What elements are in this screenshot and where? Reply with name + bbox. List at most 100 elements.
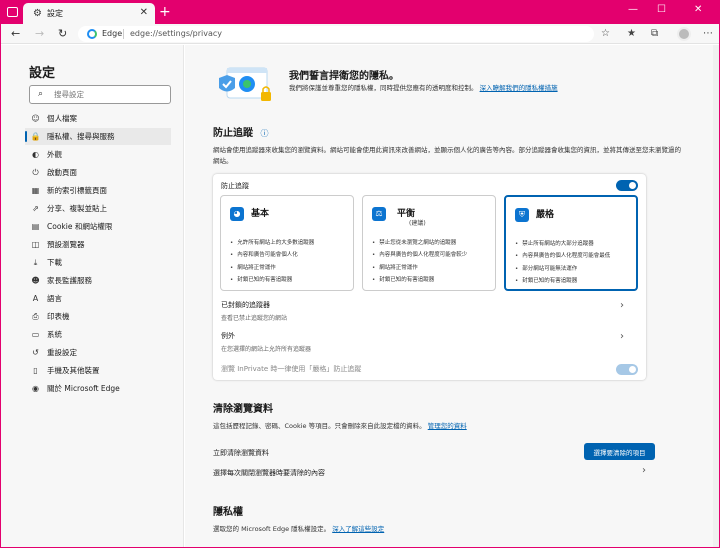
settings-content: 我們誓言捍衛您的隱私。 我們將保護並尊重您的隱私權，同時提供您應有的透明度和控制… bbox=[185, 45, 719, 547]
privacy-settings-link[interactable]: 深入了解這些設定 bbox=[332, 525, 384, 533]
balance-icon: ⚖ bbox=[372, 207, 386, 221]
option-subtitle: (建議) bbox=[409, 220, 426, 227]
sidebar-title: 設定 bbox=[29, 66, 56, 81]
reset-icon: ↺ bbox=[32, 348, 39, 357]
option-basic[interactable]: ◕ 基本 允許所有網站上的大多數追蹤器內容和廣告可能會個人化網站將正常運作封鎖已… bbox=[220, 195, 354, 291]
manage-data-link[interactable]: 管理您的資料 bbox=[428, 422, 467, 430]
sidebar-item[interactable]: ◉ 關於 Microsoft Edge bbox=[25, 380, 171, 397]
privacy-illustration bbox=[219, 67, 271, 101]
sidebar-item[interactable]: 🔒 隱私權、搜尋與服務 bbox=[25, 128, 171, 145]
option-bullets: 允許所有網站上的大多數追蹤器內容和廣告可能會個人化網站將正常運作封鎖已知的有害追… bbox=[230, 237, 314, 286]
option-title: 嚴格 bbox=[536, 210, 555, 220]
privacy-desc-text: 選取您的 Microsoft Edge 隱私權設定。 bbox=[213, 525, 331, 533]
tracking-title: 防止追蹤 bbox=[213, 128, 253, 139]
option-bullet: 內容和廣告可能會個人化 bbox=[230, 249, 314, 261]
privacy-description: 選取您的 Microsoft Edge 隱私權設定。 深入了解這些設定 bbox=[213, 524, 683, 535]
favorite-add-icon[interactable]: ☆ bbox=[601, 28, 610, 39]
window-menu-icon[interactable] bbox=[7, 7, 18, 17]
maximize-icon[interactable]: ☐ bbox=[657, 4, 666, 15]
option-bullet: 內容與廣告的個人化程度可能會最低 bbox=[515, 250, 610, 262]
option-balanced[interactable]: ⚖ 平衡 (建議) 禁止您從未瀏覽之網站的追蹤器內容與廣告的個人化程度可能會較少… bbox=[362, 195, 496, 291]
sidebar-item[interactable]: ▭ 系統 bbox=[25, 326, 171, 343]
sidebar-item[interactable]: ⏻ 啟動頁面 bbox=[25, 164, 171, 181]
sidebar-item-label: 隱私權、搜尋與服務 bbox=[47, 132, 115, 141]
option-bullet: 部分網站可能無法運作 bbox=[515, 263, 610, 275]
address-url[interactable]: edge://settings/privacy bbox=[130, 29, 222, 38]
navigation-toolbar: ← → ↻ Edge edge://settings/privacy ☆ ★ ⧉… bbox=[1, 24, 719, 44]
blocked-trackers-row[interactable]: 已封鎖的追蹤器 查看已禁止追蹤您的網站 bbox=[221, 300, 638, 322]
search-icon: ⌕ bbox=[38, 89, 44, 99]
sidebar-item[interactable]: ⇗ 分享、複製並貼上 bbox=[25, 200, 171, 217]
sidebar-item[interactable]: ⤓ 下載 bbox=[25, 254, 171, 271]
sidebar-item-label: 手機及其他裝置 bbox=[47, 366, 100, 375]
sidebar-item[interactable]: A 語言 bbox=[25, 290, 171, 307]
blocked-trackers-title: 已封鎖的追蹤器 bbox=[221, 301, 270, 309]
sidebar-item-label: 重設設定 bbox=[47, 348, 77, 357]
power-icon: ⏻ bbox=[32, 167, 39, 177]
sidebar-item-label: 預設瀏覽器 bbox=[47, 240, 85, 249]
sidebar-item-label: 家長監護服務 bbox=[47, 276, 92, 285]
new-tab-button[interactable]: + bbox=[159, 4, 171, 20]
tracking-description: 網站會使用追蹤器來收集您的瀏覽資料。網站可能會使用此資訊來改善網站，並顯示個人化… bbox=[213, 146, 681, 165]
browser-window: ⚙ 設定 ✕ + — ☐ ✕ ← → ↻ Edge edge://setting… bbox=[0, 0, 720, 548]
clear-desc-text: 這包括歷程記錄、密碼、Cookie 等項目。只會刪除來自此設定檔的資料。 bbox=[213, 422, 426, 430]
close-window-icon[interactable]: ✕ bbox=[694, 4, 702, 15]
tracking-toggle[interactable] bbox=[616, 180, 638, 191]
browser-icon: ◫ bbox=[31, 240, 40, 249]
person-icon: ☺ bbox=[31, 114, 40, 123]
option-strict[interactable]: ⛨ 嚴格 禁止所有網站的大部分追蹤器內容與廣告的個人化程度可能會最低部分網站可能… bbox=[504, 195, 638, 291]
refresh-icon[interactable]: ↻ bbox=[58, 27, 67, 40]
chevron-right-icon: › bbox=[620, 300, 624, 311]
download-icon: ⤓ bbox=[33, 257, 38, 267]
sidebar-item-label: 外觀 bbox=[47, 150, 62, 159]
sidebar-item-label: 新的索引標籤頁面 bbox=[47, 186, 107, 195]
settings-sidebar: 設定 ⌕ ☺ 個人檔案 🔒 隱私權、搜尋與服務 ◐ 外觀 ⏻ 啟動頁面 ▦ 新的索引標籤頁面 ⇗ 分享… bbox=[1, 45, 184, 547]
edge-icon: ◉ bbox=[32, 384, 39, 393]
close-tab-icon[interactable]: ✕ bbox=[140, 7, 148, 18]
profile-avatar[interactable] bbox=[677, 27, 691, 41]
option-bullet: 禁止您從未瀏覽之網站的追蹤器 bbox=[372, 237, 467, 249]
option-bullets: 禁止所有網站的大部分追蹤器內容與廣告的個人化程度可能會最低部分網站可能無法運作封… bbox=[515, 238, 610, 287]
sidebar-item[interactable]: ▤ Cookie 和網站權限 bbox=[25, 218, 171, 235]
clear-on-close-row[interactable]: 選擇每次關閉瀏覽器時要清除的內容 bbox=[213, 468, 325, 478]
sidebar-item[interactable]: ⎙ 印表機 bbox=[25, 308, 171, 325]
gear-icon: ⚙ bbox=[33, 8, 42, 19]
info-icon[interactable]: ⓘ bbox=[260, 129, 268, 138]
inprivate-strict-toggle[interactable] bbox=[616, 364, 638, 375]
forward-icon[interactable]: → bbox=[35, 27, 44, 40]
family-icon: ☻ bbox=[31, 276, 40, 285]
language-icon: A bbox=[32, 294, 39, 303]
collections-icon[interactable]: ⧉ bbox=[651, 28, 658, 39]
option-bullet: 內容與廣告的個人化程度可能會較少 bbox=[372, 249, 467, 261]
option-bullet: 允許所有網站上的大多數追蹤器 bbox=[230, 237, 314, 249]
sidebar-item[interactable]: ☻ 家長監護服務 bbox=[25, 272, 171, 289]
sidebar-item[interactable]: ◫ 預設瀏覽器 bbox=[25, 236, 171, 253]
sidebar-item-label: 下載 bbox=[47, 258, 62, 267]
lock-icon: 🔒 bbox=[30, 132, 41, 141]
sidebar-item[interactable]: ▯ 手機及其他裝置 bbox=[25, 362, 171, 379]
more-options-icon[interactable]: ⋯ bbox=[703, 28, 713, 39]
sidebar-item[interactable]: ◐ 外觀 bbox=[25, 146, 171, 163]
choose-clear-button[interactable]: 選擇要清除的項目 bbox=[584, 443, 655, 460]
tracking-prevention-heading: 防止追蹤 ⓘ bbox=[213, 124, 268, 139]
scrollbar[interactable] bbox=[713, 45, 719, 547]
option-title: 基本 bbox=[251, 209, 270, 219]
sidebar-item[interactable]: ▦ 新的索引標籤頁面 bbox=[25, 182, 171, 199]
privacy-learn-more-link[interactable]: 深入瞭解我們的隱私權措施 bbox=[480, 84, 558, 92]
option-bullets: 禁止您從未瀏覽之網站的追蹤器內容與廣告的個人化程度可能會較少網站將正常運作封鎖已… bbox=[372, 237, 467, 286]
tab-settings[interactable]: ⚙ 設定 ✕ bbox=[23, 3, 155, 24]
exceptions-row[interactable]: 例外 在您選擇的網站上允許所有追蹤器 bbox=[221, 331, 638, 353]
tab-title: 設定 bbox=[46, 9, 63, 18]
option-bullet: 封鎖已知的有害追蹤器 bbox=[372, 274, 467, 286]
sidebar-item[interactable]: ☺ 個人檔案 bbox=[25, 110, 171, 127]
favorites-icon[interactable]: ★ bbox=[627, 28, 636, 39]
sidebar-item-label: 系統 bbox=[47, 330, 62, 339]
sidebar-item[interactable]: ↺ 重設設定 bbox=[25, 344, 171, 361]
search-input[interactable] bbox=[54, 88, 164, 101]
search-settings[interactable]: ⌕ bbox=[29, 85, 171, 104]
option-bullet: 禁止所有網站的大部分追蹤器 bbox=[515, 238, 610, 250]
tab-bar: ⚙ 設定 ✕ + — ☐ ✕ bbox=[1, 1, 719, 24]
address-bar[interactable]: Edge edge://settings/privacy bbox=[78, 26, 594, 42]
minimize-icon[interactable]: — bbox=[628, 4, 638, 15]
back-icon[interactable]: ← bbox=[11, 27, 20, 40]
